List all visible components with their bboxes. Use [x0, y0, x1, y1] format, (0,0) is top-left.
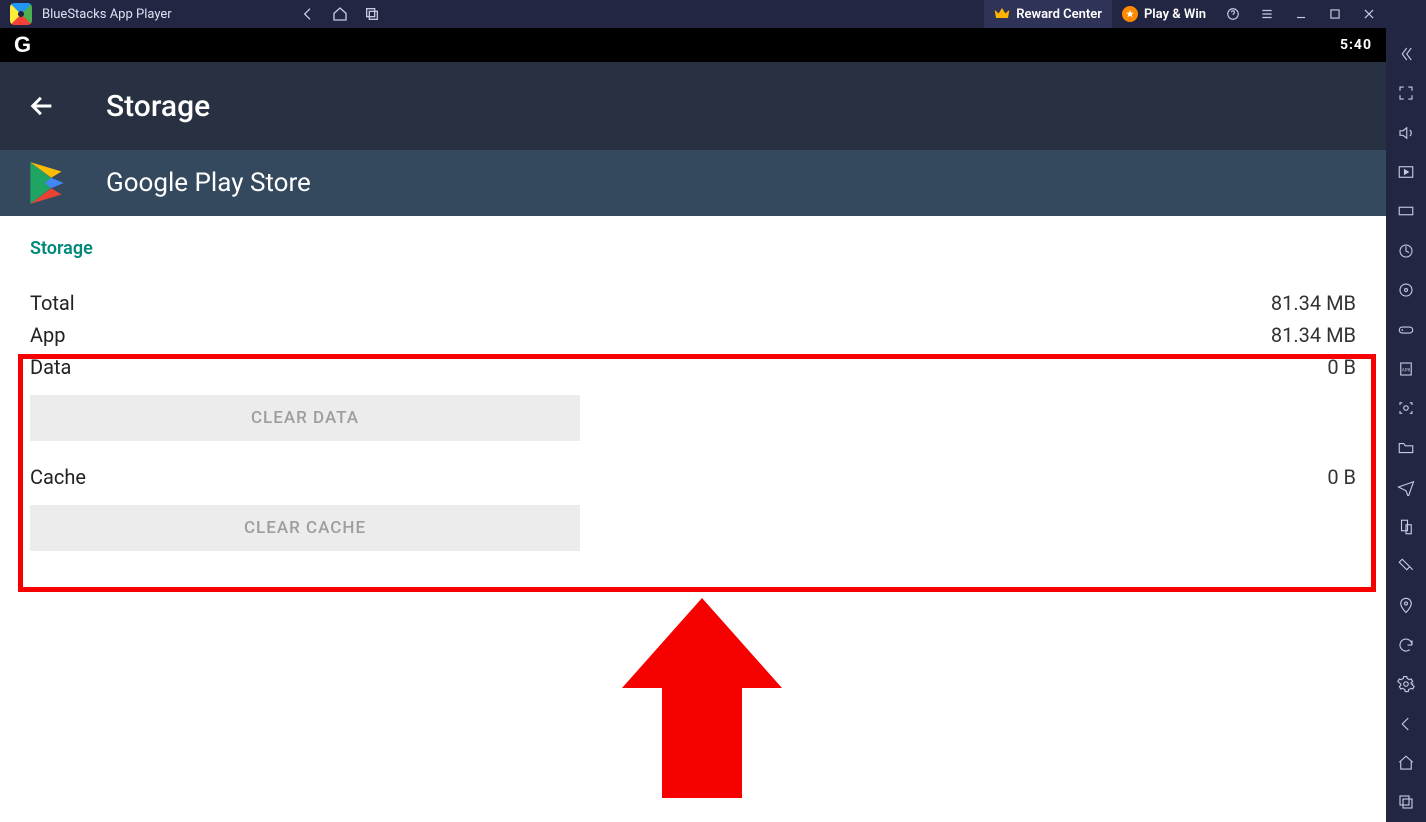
help-button[interactable]: [1216, 0, 1250, 28]
storage-total-value: 81.34 MB: [1271, 291, 1356, 315]
folder-icon[interactable]: [1386, 428, 1426, 467]
play-and-win-label: Play & Win: [1144, 7, 1206, 22]
app-name: BlueStacks App Player: [42, 7, 172, 22]
clear-data-button[interactable]: CLEAR DATA: [30, 395, 580, 441]
storage-app-label: App: [30, 323, 66, 347]
android-back-icon[interactable]: [1386, 704, 1426, 743]
storage-section-title: Storage: [30, 238, 1356, 259]
hamburger-button[interactable]: [1250, 0, 1284, 28]
collapse-icon[interactable]: [1386, 34, 1426, 73]
device-icon[interactable]: [1386, 507, 1426, 546]
minimize-button[interactable]: [1284, 0, 1318, 28]
nav-home-button[interactable]: [324, 0, 356, 28]
bluestacks-titlebar: BlueStacks App Player Reward Center Play…: [0, 0, 1426, 28]
nav-back-button[interactable]: [292, 0, 324, 28]
play-store-icon: [22, 158, 72, 208]
page-title: Storage: [106, 89, 210, 124]
screenshot-icon[interactable]: [1386, 389, 1426, 428]
sync-icon[interactable]: [1386, 231, 1426, 270]
settings-back-button[interactable]: [28, 92, 56, 120]
nav-recents-button[interactable]: [356, 0, 388, 28]
side-toolbar: APK: [1386, 28, 1426, 822]
media-folder-icon[interactable]: [1386, 152, 1426, 191]
rotate-icon[interactable]: [1386, 625, 1426, 664]
bluestacks-logo-icon: [10, 3, 32, 25]
status-clock: 5:40: [1340, 37, 1372, 53]
close-button[interactable]: [1352, 0, 1386, 28]
reward-center-label: Reward Center: [1016, 7, 1102, 22]
arrow-left-icon: [28, 92, 56, 120]
playwin-chip-icon: [1122, 6, 1138, 22]
map-pin-icon[interactable]: [1386, 586, 1426, 625]
maximize-button[interactable]: [1318, 0, 1352, 28]
storage-data-label: Data: [30, 355, 71, 379]
fullscreen-icon[interactable]: [1386, 73, 1426, 112]
storage-total-row: Total 81.34 MB: [30, 287, 1356, 319]
storage-cache-row: Cache 0 B: [30, 461, 1356, 493]
keyboard-shortcut-icon[interactable]: [1386, 192, 1426, 231]
settings-icon[interactable]: [1386, 665, 1426, 704]
storage-cache-label: Cache: [30, 465, 86, 489]
location-lock-icon[interactable]: [1386, 270, 1426, 309]
storage-data-row: Data 0 B: [30, 351, 1356, 383]
google-g-icon: G: [14, 32, 31, 58]
game-controller-icon[interactable]: [1386, 310, 1426, 349]
app-header-row: Google Play Store: [0, 150, 1386, 216]
storage-cache-value: 0 B: [1327, 465, 1356, 489]
volume-icon[interactable]: [1386, 113, 1426, 152]
settings-header: Storage: [0, 62, 1386, 150]
android-home-icon[interactable]: [1386, 743, 1426, 782]
app-name-label: Google Play Store: [106, 168, 311, 198]
storage-content: Storage Total 81.34 MB App 81.34 MB Data…: [0, 216, 1386, 822]
shake-icon[interactable]: [1386, 546, 1426, 585]
airplane-icon[interactable]: [1386, 467, 1426, 506]
storage-app-value: 81.34 MB: [1271, 323, 1356, 347]
android-recents-icon[interactable]: [1386, 783, 1426, 822]
crown-icon: [994, 6, 1010, 22]
svg-text:APK: APK: [1402, 367, 1411, 373]
storage-data-value: 0 B: [1327, 355, 1356, 379]
storage-app-row: App 81.34 MB: [30, 319, 1356, 351]
clear-cache-button[interactable]: CLEAR CACHE: [30, 505, 580, 551]
android-status-bar: G 5:40: [0, 28, 1386, 62]
storage-total-label: Total: [30, 291, 75, 315]
play-and-win-button[interactable]: Play & Win: [1112, 0, 1216, 28]
reward-center-button[interactable]: Reward Center: [984, 0, 1112, 28]
install-apk-icon[interactable]: APK: [1386, 349, 1426, 388]
